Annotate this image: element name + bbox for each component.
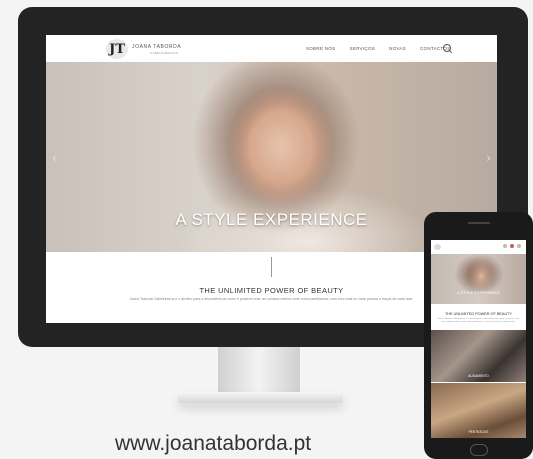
section-divider (271, 257, 272, 277)
website-url[interactable]: www.joanataborda.pt (115, 432, 311, 456)
intro-description: Joana Taborda Cabeleireiros é o destino … (129, 297, 414, 301)
monitor-stand-base (178, 392, 343, 403)
mobile-menu-icon[interactable] (517, 244, 521, 248)
mobile-service-caption-2: PENTEADOS (468, 430, 489, 434)
prev-arrow-icon[interactable]: ‹ (52, 151, 57, 165)
logo[interactable]: JT (106, 39, 128, 59)
mobile-header (431, 240, 526, 254)
next-arrow-icon[interactable]: › (486, 151, 491, 165)
monitor-stand-neck (218, 347, 300, 395)
nav-item-servicos[interactable]: SERVIÇOS (349, 46, 375, 51)
mobile-description: Joana Taborda Cabeleireiros é o destino … (437, 318, 520, 323)
mobile-search-icon[interactable] (503, 244, 507, 248)
search-icon[interactable] (443, 44, 451, 52)
mobile-service-caption-1: ALISAMENTO (468, 374, 489, 378)
phone-speaker (468, 222, 490, 224)
mobile-phone: A STYLE EXPERIENCE THE UNLIMITED POWER O… (424, 212, 533, 459)
mobile-hero: A STYLE EXPERIENCE (431, 254, 526, 304)
nav-item-novas[interactable]: NOVAS (389, 46, 406, 51)
logo-name: JOANA TABORDA (132, 44, 182, 50)
main-nav: SOBRE NÓS SERVIÇOS NOVAS CONTACTOS (306, 46, 451, 51)
mobile-logo[interactable] (434, 244, 441, 250)
mobile-tagline: THE UNLIMITED POWER OF BEAUTY (444, 312, 513, 316)
site-header: JT JOANA TABORDA CABELEIREIROS SOBRE NÓS… (46, 35, 497, 62)
mobile-header-icons (503, 244, 521, 248)
phone-screen: A STYLE EXPERIENCE THE UNLIMITED POWER O… (431, 240, 526, 438)
mobile-social-icon[interactable] (510, 244, 514, 248)
phone-home-button[interactable] (470, 444, 488, 456)
logo-subtitle: CABELEIREIROS (150, 51, 179, 55)
nav-item-sobre[interactable]: SOBRE NÓS (306, 46, 335, 51)
mobile-hero-title: A STYLE EXPERIENCE (456, 290, 501, 295)
